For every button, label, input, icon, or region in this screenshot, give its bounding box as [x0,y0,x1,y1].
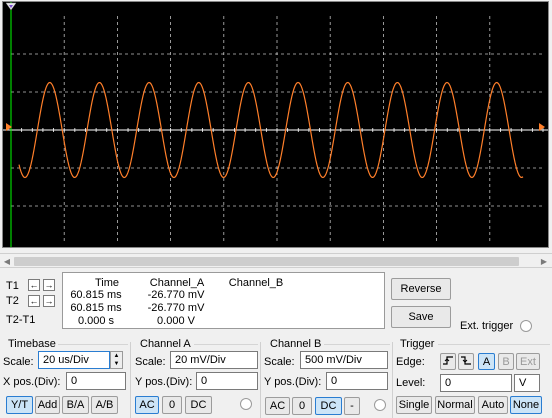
channel-a-scale-label: Scale: [135,356,166,368]
mode-ba-button[interactable]: B/A [62,396,89,414]
separator [260,342,261,418]
timebase-xpos-field[interactable]: 0 [66,372,126,390]
diff-channel-a: 0.000 V [157,315,195,327]
channel-b-scale-field[interactable]: 500 mV/Div [300,351,388,369]
timebase-divider [58,344,128,345]
channel-a-scale-field[interactable]: 20 mV/Div [170,351,258,369]
trigger-source-a-button[interactable]: A [478,353,495,370]
scroll-left-icon[interactable]: ◀ [1,256,13,267]
timebase-xpos-label: X pos.(Div): [3,376,61,388]
channel-b-ypos-label: Y pos.(Div): [264,376,322,388]
channel-a-title: Channel A [140,338,191,350]
channel-b-zero-button[interactable]: 0 [292,397,312,415]
trigger-source-ext-button[interactable]: Ext [516,353,540,370]
t2-right-arrow-icon[interactable]: → [43,295,55,307]
timebase-scale-spinner[interactable]: ▲ ▼ [110,351,123,369]
channel-a-zero-button[interactable]: 0 [162,396,182,414]
channel-b-ac-button[interactable]: AC [265,397,290,415]
mode-yt-button[interactable]: Y/T [6,396,33,414]
timebase-scale-label: Scale: [3,356,34,368]
channel-a-ac-button[interactable]: AC [135,396,159,414]
channel-b-scale-label: Scale: [264,356,295,368]
reverse-button[interactable]: Reverse [391,278,451,300]
channel-b-radio[interactable] [374,399,386,411]
t1-right-arrow-icon[interactable]: → [43,279,55,291]
scroll-right-icon[interactable]: ▶ [538,256,550,267]
trigger-level-unit[interactable]: V [514,374,540,392]
t2-left-arrow-icon[interactable]: ← [28,295,40,307]
ext-trigger-radio[interactable] [520,320,532,332]
trigger-edge-label: Edge: [396,356,425,368]
header-time: Time [94,277,120,289]
t1-channel-a: -26.770 mV [147,289,205,301]
separator [392,342,393,418]
horizontal-scrollbar[interactable]: ◀ ▶ [0,253,552,268]
header-channel-b: Channel_B [228,277,284,289]
t2-time: 60.815 ms [70,302,122,314]
trigger-single-button[interactable]: Single [396,396,432,414]
channel-b-ypos-field[interactable]: 0 [326,372,388,390]
cursor-readout-area: T1 ← → T2 ← → T2-T1 Time Channel_A Chann… [0,270,552,334]
channel-b-dc-button[interactable]: DC [315,397,342,415]
oscilloscope-screen[interactable] [2,1,549,248]
separator [130,342,131,418]
trigger-normal-button[interactable]: Normal [435,396,475,414]
timebase-title: Timebase [8,338,56,350]
mode-ab-button[interactable]: A/B [91,396,118,414]
trigger-level-label: Level: [396,377,426,389]
measurement-table: Time Channel_A Channel_B 60.815 ms -26.7… [62,272,385,329]
t2-channel-a: -26.770 mV [147,302,205,314]
mode-add-button[interactable]: Add [35,396,60,414]
timebase-scale-field[interactable]: 20 us/Div [38,351,110,369]
scroll-thumb[interactable] [14,257,519,266]
oscilloscope-screen-area [0,0,552,252]
channel-b-title: Channel B [270,338,322,350]
diff-time: 0.000 s [77,315,115,327]
channel-a-ypos-label: Y pos.(Div): [135,376,193,388]
trigger-source-b-button[interactable]: B [498,353,514,370]
trigger-title: Trigger [400,338,435,350]
save-button[interactable]: Save [391,306,451,328]
channel-b-divider [324,344,390,345]
trigger-divider [438,344,550,345]
channel-b-invert-button[interactable]: - [344,397,360,415]
channel-a-ypos-field[interactable]: 0 [196,372,258,390]
t2-label: T2 [6,295,19,307]
trigger-none-button[interactable]: None [510,396,542,414]
falling-edge-icon[interactable] [458,353,474,370]
ext-trigger-label: Ext. trigger [460,320,514,332]
rising-edge-icon[interactable] [440,353,456,370]
t1-time: 60.815 ms [70,289,122,301]
channel-a-radio[interactable] [240,398,252,410]
t2-t1-label: T2-T1 [6,314,36,326]
t1-left-arrow-icon[interactable]: ← [28,279,40,291]
trigger-auto-button[interactable]: Auto [478,396,508,414]
trigger-level-field[interactable]: 0 [440,374,512,392]
channel-a-divider [194,344,258,345]
t1-label: T1 [6,280,19,292]
header-channel-a: Channel_A [149,277,205,289]
waveform-display [3,2,548,247]
channel-a-dc-button[interactable]: DC [185,396,212,414]
